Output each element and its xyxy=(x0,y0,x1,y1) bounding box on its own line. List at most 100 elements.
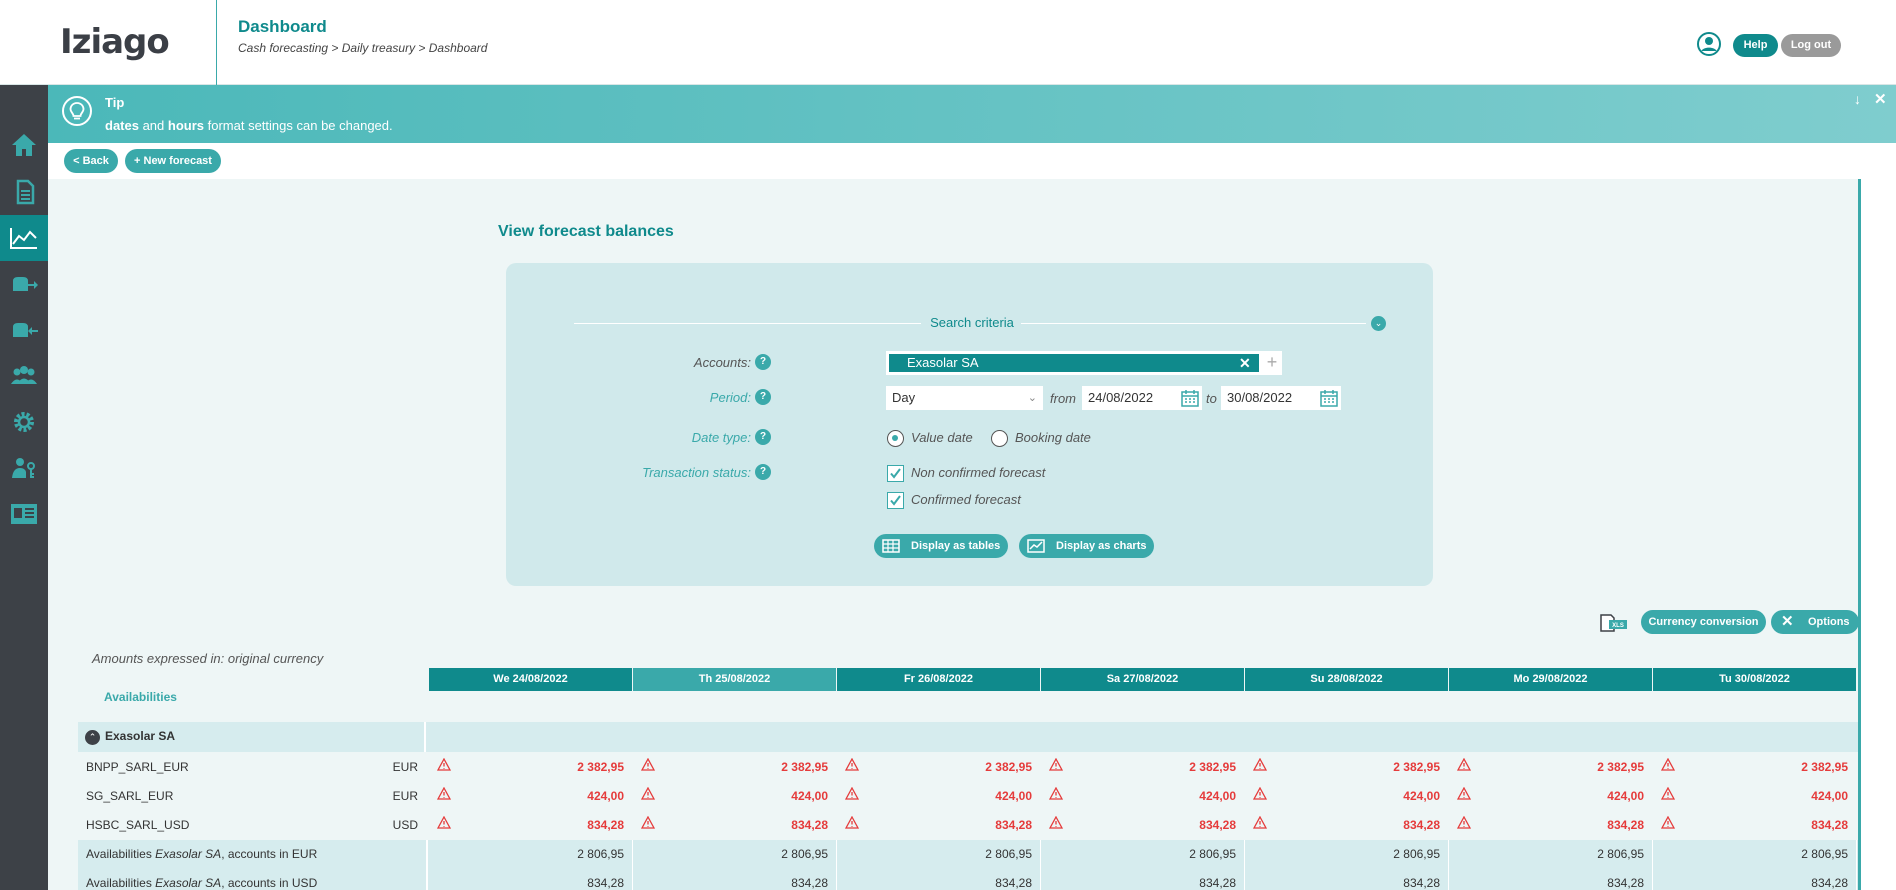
balance-cell[interactable]: 2 382,95 xyxy=(837,753,1040,782)
warning-icon xyxy=(641,787,655,800)
home-icon xyxy=(12,134,36,156)
sidebar-item-payments-out[interactable] xyxy=(0,261,48,307)
column-divider xyxy=(1856,869,1857,890)
balance-cell[interactable]: 424,00 xyxy=(1041,782,1244,811)
account-tag: Exasolar SA ✕ xyxy=(889,354,1259,372)
balance-cell[interactable]: 424,00 xyxy=(633,782,836,811)
back-button[interactable]: < Back xyxy=(64,149,118,173)
scroll-indicator[interactable] xyxy=(1858,179,1861,890)
lightbulb-icon xyxy=(62,96,92,126)
balance-value: 2 382,95 xyxy=(577,760,624,774)
sidebar-item-users[interactable] xyxy=(0,353,48,399)
options-label: Options xyxy=(1808,616,1850,628)
next-tip-icon[interactable]: ↓ xyxy=(1854,91,1861,107)
subtotal-value: 2 806,95 xyxy=(985,847,1032,861)
balance-value: 834,28 xyxy=(1199,818,1236,832)
sidebar-item-forecast[interactable] xyxy=(0,215,48,261)
action-bar: < Back + New forecast xyxy=(48,143,1896,179)
collapse-group-icon[interactable]: ⌃ xyxy=(85,730,100,745)
chevron-down-icon: ⌄ xyxy=(1027,392,1037,404)
chart-icon xyxy=(10,228,37,249)
balance-cell[interactable]: 834,28 xyxy=(1449,811,1652,840)
subtotal-value: 2 806,95 xyxy=(1597,847,1644,861)
warning-icon xyxy=(1253,787,1267,800)
remove-account-icon[interactable]: ✕ xyxy=(1239,354,1251,372)
display-charts-button[interactable]: Display as charts xyxy=(1019,534,1154,558)
balance-value: 2 382,95 xyxy=(1801,760,1848,774)
tip-text-rest: format settings can be changed. xyxy=(204,118,393,133)
balance-cell[interactable]: 424,00 xyxy=(429,782,632,811)
balance-cell[interactable]: 2 382,95 xyxy=(429,753,632,782)
value-date-radio[interactable] xyxy=(887,430,904,447)
balance-cell[interactable]: 834,28 xyxy=(1653,811,1856,840)
balance-cell[interactable]: 834,28 xyxy=(837,811,1040,840)
logout-button[interactable]: Log out xyxy=(1781,34,1841,57)
balance-cell[interactable]: 424,00 xyxy=(1449,782,1652,811)
collapse-criteria-icon[interactable]: ⌄ xyxy=(1371,316,1386,331)
balance-cell[interactable]: 834,28 xyxy=(429,811,632,840)
subtotal-value: 2 806,95 xyxy=(1801,847,1848,861)
close-tip-icon[interactable]: ✕ xyxy=(1874,90,1887,108)
transaction-status-help-icon[interactable]: ? xyxy=(755,464,771,480)
subtotal-value: 834,28 xyxy=(1811,876,1848,890)
period-help-icon[interactable]: ? xyxy=(755,389,771,405)
balance-cell[interactable]: 834,28 xyxy=(633,811,836,840)
balance-cell[interactable]: 424,00 xyxy=(1653,782,1856,811)
search-criteria-panel: Search criteria ⌄ Accounts: ? Exasolar S… xyxy=(506,263,1433,586)
gear-icon xyxy=(14,412,34,432)
main-content: View forecast balances Search criteria ⌄… xyxy=(48,179,1859,890)
date-type-help-icon[interactable]: ? xyxy=(755,429,771,445)
currency-conversion-button[interactable]: Currency conversion xyxy=(1641,610,1766,634)
date-to-input[interactable]: 30/08/2022 xyxy=(1221,386,1341,410)
user-profile-icon[interactable] xyxy=(1697,32,1721,56)
non-confirmed-checkbox[interactable] xyxy=(887,465,904,482)
warning-icon xyxy=(641,758,655,771)
sidebar-item-payments-in[interactable] xyxy=(0,307,48,353)
options-button[interactable]: ✕ Options xyxy=(1771,610,1859,634)
new-forecast-button[interactable]: + New forecast xyxy=(125,149,221,173)
balance-cell[interactable]: 834,28 xyxy=(1041,811,1244,840)
xls-label: XLS xyxy=(1612,623,1624,629)
column-header-date: We 24/08/2022 xyxy=(429,668,632,691)
add-account-icon[interactable]: + xyxy=(1262,352,1282,373)
balance-value: 834,28 xyxy=(587,818,624,832)
balance-value: 424,00 xyxy=(1607,789,1644,803)
warning-icon xyxy=(641,816,655,829)
balance-cell[interactable]: 424,00 xyxy=(1245,782,1448,811)
period-value: Day xyxy=(892,390,916,405)
sidebar-item-home[interactable] xyxy=(0,122,48,168)
date-from-input[interactable]: 24/08/2022 xyxy=(1082,386,1202,410)
balance-cell[interactable]: 2 382,95 xyxy=(1653,753,1856,782)
sidebar-item-access[interactable] xyxy=(0,445,48,491)
warning-icon xyxy=(1253,816,1267,829)
booking-date-radio[interactable] xyxy=(991,430,1008,447)
balance-cell[interactable]: 2 382,95 xyxy=(1245,753,1448,782)
checkmark-icon xyxy=(890,468,901,479)
help-button[interactable]: Help xyxy=(1733,34,1778,57)
accounts-field[interactable]: Exasolar SA ✕ + xyxy=(886,351,1282,375)
warning-icon xyxy=(1049,816,1063,829)
display-tables-button[interactable]: Display as tables xyxy=(874,534,1008,558)
balance-cell[interactable]: 834,28 xyxy=(1245,811,1448,840)
sidebar-item-settings[interactable] xyxy=(0,399,48,445)
group-row: ⌃ Exasolar SA xyxy=(78,722,1858,752)
balance-cell[interactable]: 2 382,95 xyxy=(633,753,836,782)
confirmed-checkbox[interactable] xyxy=(887,492,904,509)
date-type-label: Date type: xyxy=(691,430,751,445)
balance-cell[interactable]: 424,00 xyxy=(837,782,1040,811)
warning-icon xyxy=(1661,816,1675,829)
balance-value: 424,00 xyxy=(587,789,624,803)
sidebar-item-contacts[interactable] xyxy=(0,491,48,537)
warning-icon xyxy=(845,787,859,800)
calendar-icon[interactable] xyxy=(1181,389,1199,407)
period-select[interactable]: Day ⌄ xyxy=(886,386,1043,410)
iziago-logo[interactable]: Iziago xyxy=(60,22,170,62)
column-divider xyxy=(426,840,428,869)
column-header-date: Fr 26/08/2022 xyxy=(837,668,1040,691)
balance-cell[interactable]: 2 382,95 xyxy=(1041,753,1244,782)
sidebar-item-documents[interactable] xyxy=(0,169,48,215)
accounts-help-icon[interactable]: ? xyxy=(755,354,771,370)
balance-cell[interactable]: 2 382,95 xyxy=(1449,753,1652,782)
calendar-icon[interactable] xyxy=(1320,389,1338,407)
xls-export-icon[interactable]: XLS xyxy=(1598,611,1628,633)
